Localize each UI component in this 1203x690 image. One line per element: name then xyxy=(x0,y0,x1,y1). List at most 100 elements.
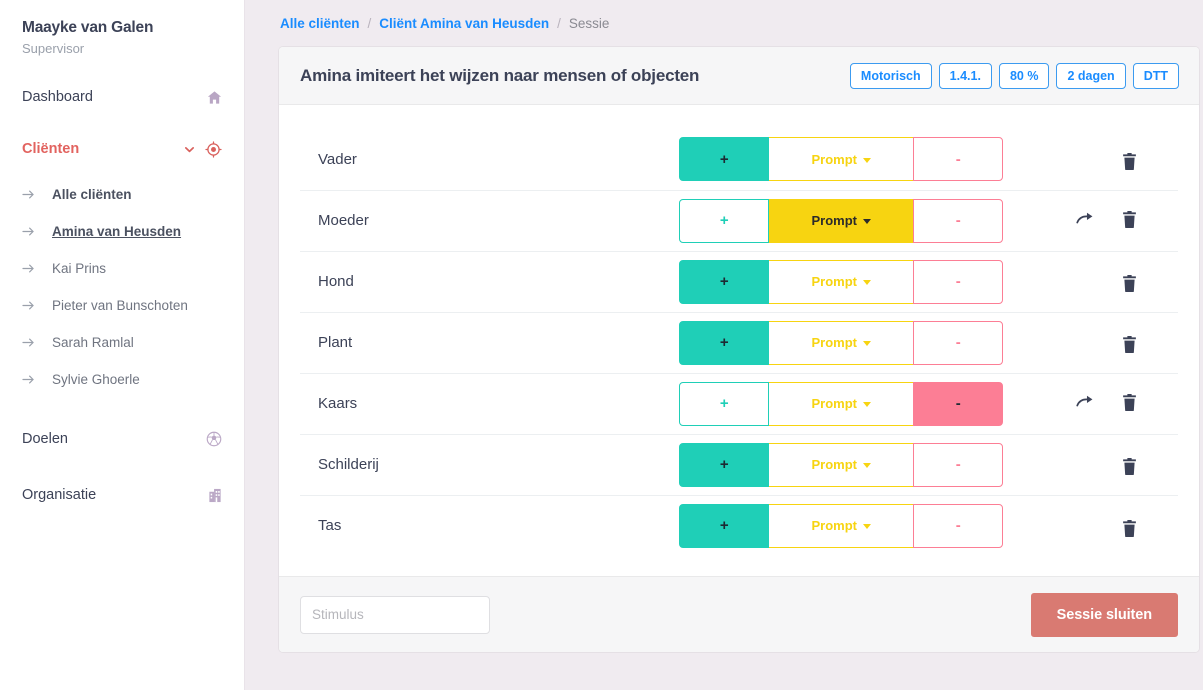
sidebar-item-dashboard[interactable]: Dashboard xyxy=(22,86,222,108)
sidebar-item-clienten[interactable]: Cliënten xyxy=(22,138,222,160)
plus-button[interactable]: + xyxy=(679,382,769,426)
minus-button[interactable]: - xyxy=(913,260,1003,304)
minus-button[interactable]: - xyxy=(913,443,1003,487)
score-button-group: + Prompt - xyxy=(679,321,1023,365)
app-root: Maayke van Galen Supervisor Dashboard Cl… xyxy=(0,0,1203,690)
stimulus-table: Vader + Prompt - xyxy=(300,129,1178,556)
prompt-button[interactable]: Prompt xyxy=(769,260,913,304)
trash-icon[interactable] xyxy=(1121,211,1138,228)
score-button-group: + Prompt - xyxy=(679,260,1023,304)
trash-icon[interactable] xyxy=(1121,458,1138,475)
arrow-right-icon xyxy=(22,337,52,348)
building-icon xyxy=(208,488,222,503)
stimulus-name: Tas xyxy=(300,495,679,556)
prompt-button-label: Prompt xyxy=(811,457,857,472)
trash-icon[interactable] xyxy=(1121,153,1138,170)
sidebar-item-amina-van-heusden[interactable]: Amina van Heusden xyxy=(22,213,222,250)
stimulus-name: Vader xyxy=(300,129,679,190)
home-icon xyxy=(207,90,222,105)
trash-icon[interactable] xyxy=(1121,520,1138,537)
plus-button[interactable]: + xyxy=(679,504,769,548)
row-actions xyxy=(1076,275,1176,292)
sidebar-item-pieter-van-bunschoten[interactable]: Pieter van Bunschoten xyxy=(22,287,222,324)
arrow-right-icon xyxy=(22,263,52,274)
session-card-header: Amina imiteert het wijzen naar mensen of… xyxy=(279,47,1199,105)
stimulus-name: Moeder xyxy=(300,190,679,251)
minus-button[interactable]: - xyxy=(913,504,1003,548)
breadcrumb-current: Sessie xyxy=(569,16,610,31)
chevron-down-icon xyxy=(863,219,871,224)
chevron-down-icon xyxy=(863,463,871,468)
prompt-button[interactable]: Prompt xyxy=(769,321,913,365)
chevron-down-icon[interactable] xyxy=(183,143,196,156)
close-session-button[interactable]: Sessie sluiten xyxy=(1031,593,1178,637)
trash-icon[interactable] xyxy=(1121,394,1138,411)
row-actions xyxy=(1076,394,1176,411)
session-card-body: Vader + Prompt - xyxy=(279,105,1199,576)
target-icon[interactable] xyxy=(205,141,222,158)
chevron-down-icon xyxy=(863,341,871,346)
sidebar-item-sylvie-ghoerle[interactable]: Sylvie Ghoerle xyxy=(22,361,222,398)
chevron-down-icon xyxy=(863,280,871,285)
prompt-button[interactable]: Prompt xyxy=(769,382,913,426)
sidebar-item-sarah-ramlal[interactable]: Sarah Ramlal xyxy=(22,324,222,361)
prompt-button[interactable]: Prompt xyxy=(769,443,913,487)
main-content: Alle cliënten / Cliënt Amina van Heusden… xyxy=(245,0,1203,690)
sidebar-item-label: Dashboard xyxy=(22,89,207,105)
prompt-button-label: Prompt xyxy=(811,335,857,350)
sidebar-item-doelen[interactable]: Doelen xyxy=(22,428,222,450)
prompt-button-label: Prompt xyxy=(811,213,857,228)
status-badge-category[interactable]: Motorisch xyxy=(850,63,932,89)
plus-button[interactable]: + xyxy=(679,321,769,365)
row-actions xyxy=(1076,458,1176,475)
row-actions xyxy=(1076,153,1176,170)
score-button-group: + Prompt - xyxy=(679,382,1023,426)
user-name: Maayke van Galen xyxy=(22,18,222,38)
plus-button[interactable]: + xyxy=(679,199,769,243)
trash-icon[interactable] xyxy=(1121,336,1138,353)
arrow-right-icon xyxy=(22,226,52,237)
table-row: Tas + Prompt - xyxy=(300,495,1178,556)
sidebar-item-organisatie[interactable]: Organisatie xyxy=(22,484,222,506)
user-role: Supervisor xyxy=(22,41,222,56)
prompt-button-label: Prompt xyxy=(811,518,857,533)
prompt-button[interactable]: Prompt xyxy=(769,504,913,548)
status-badge-code[interactable]: 1.4.1. xyxy=(939,63,992,89)
status-badge-method[interactable]: DTT xyxy=(1133,63,1179,89)
breadcrumb-link-alle-clienten[interactable]: Alle cliënten xyxy=(280,16,360,31)
sidebar-item-kai-prins[interactable]: Kai Prins xyxy=(22,250,222,287)
plus-button[interactable]: + xyxy=(679,443,769,487)
session-card-footer: Sessie sluiten xyxy=(279,576,1199,652)
prompt-button[interactable]: Prompt xyxy=(769,199,913,243)
trash-icon[interactable] xyxy=(1121,275,1138,292)
prompt-button[interactable]: Prompt xyxy=(769,137,913,181)
page-title: Amina imiteert het wijzen naar mensen of… xyxy=(300,66,850,86)
arrow-right-icon xyxy=(22,189,52,200)
score-button-group: + Prompt - xyxy=(679,504,1023,548)
stimulus-input[interactable] xyxy=(300,596,490,634)
client-list: Alle cliënten Amina van Heusden Kai Prin… xyxy=(22,176,222,398)
minus-button[interactable]: - xyxy=(913,199,1003,243)
minus-button[interactable]: - xyxy=(913,382,1003,426)
table-row: Schilderij + Prompt - xyxy=(300,434,1178,495)
plus-button[interactable]: + xyxy=(679,137,769,181)
sidebar-item-label: Cliënten xyxy=(22,141,183,157)
row-actions xyxy=(1076,336,1176,353)
status-badge-percentage[interactable]: 80 % xyxy=(999,63,1050,89)
client-name: Sarah Ramlal xyxy=(52,335,134,350)
table-row: Moeder + Prompt - xyxy=(300,190,1178,251)
session-card: Amina imiteert het wijzen naar mensen of… xyxy=(279,47,1199,652)
sidebar-item-alle-clienten[interactable]: Alle cliënten xyxy=(22,176,222,213)
redo-icon[interactable] xyxy=(1076,212,1093,227)
minus-button[interactable]: - xyxy=(913,137,1003,181)
plus-button[interactable]: + xyxy=(679,260,769,304)
chevron-down-icon xyxy=(863,524,871,529)
stimulus-name: Schilderij xyxy=(300,434,679,495)
minus-button[interactable]: - xyxy=(913,321,1003,365)
breadcrumb: Alle cliënten / Cliënt Amina van Heusden… xyxy=(279,11,1190,35)
sidebar-item-label: Organisatie xyxy=(22,487,208,503)
breadcrumb-link-client[interactable]: Cliënt Amina van Heusden xyxy=(379,16,549,31)
stimulus-name: Hond xyxy=(300,251,679,312)
status-badge-duration[interactable]: 2 dagen xyxy=(1056,63,1125,89)
redo-icon[interactable] xyxy=(1076,395,1093,410)
